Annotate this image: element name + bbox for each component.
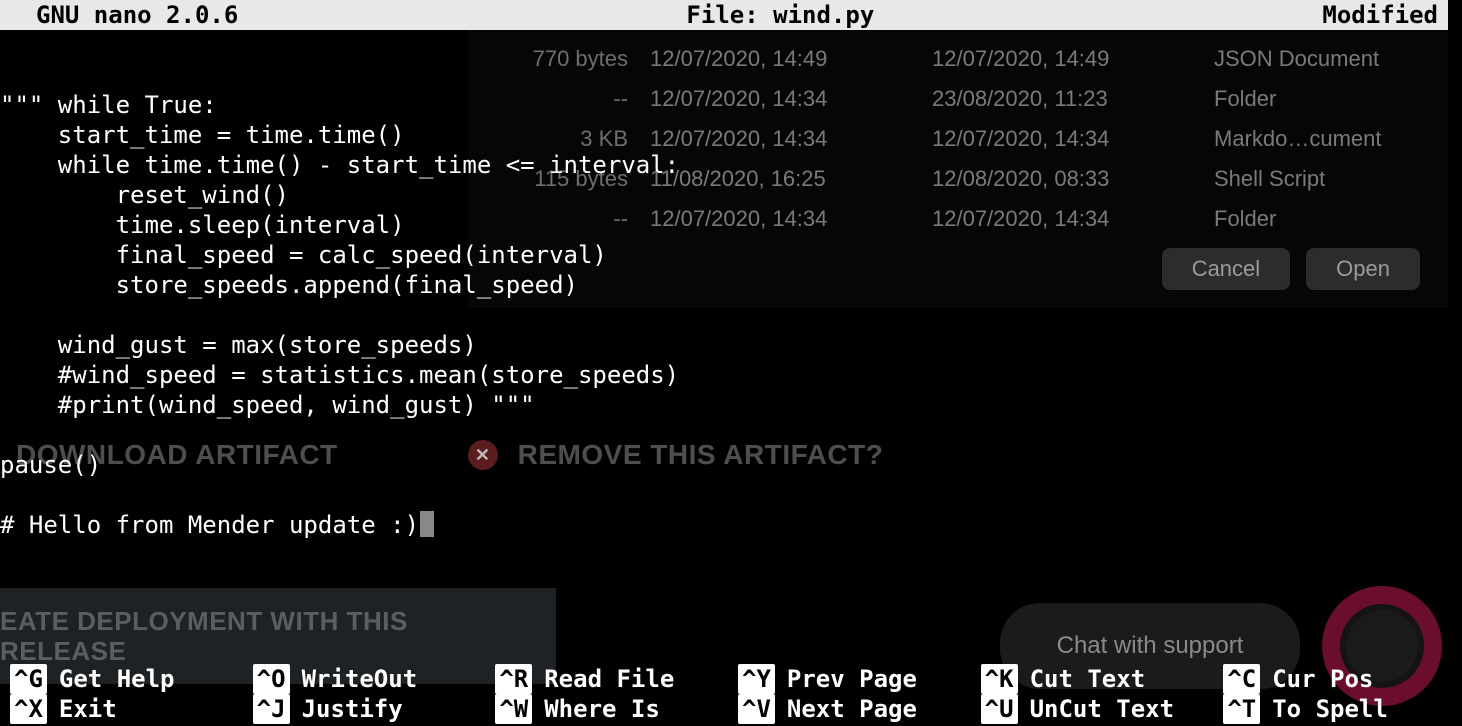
nano-shortcut[interactable]: ^O WriteOut (253, 664, 482, 694)
editor-line: wind_gust = max(store_speeds) (0, 330, 1462, 360)
editor-line: time.sleep(interval) (0, 210, 1462, 240)
nano-shortcut-key: ^T (1223, 694, 1260, 724)
nano-shortcuts: ^G Get Help ^O WriteOut ^R Read File ^Y Prev Pa… (0, 664, 1462, 726)
nano-shortcut-key: ^U (981, 694, 1018, 724)
editor-line: """ while True: (0, 90, 1462, 120)
nano-shortcut[interactable]: ^V Next Page (738, 694, 967, 724)
editor-line (0, 420, 1462, 450)
nano-shortcut[interactable]: ^W Where Is (495, 694, 724, 724)
text-cursor (420, 511, 434, 537)
editor-line: pause() (0, 450, 1462, 480)
nano-shortcut-label: Next Page (787, 694, 917, 724)
nano-titlebar: GNU nano 2.0.6 File: wind.py Modified (0, 0, 1448, 30)
editor-line (0, 480, 1462, 510)
nano-shortcut[interactable]: ^G Get Help (10, 664, 239, 694)
nano-shortcut-key: ^W (495, 694, 532, 724)
nano-shortcut-key: ^K (981, 664, 1018, 694)
editor-line (0, 60, 1462, 90)
editor-line: store_speeds.append(final_speed) (0, 270, 1462, 300)
nano-title-center: File: wind.py (238, 0, 1322, 30)
nano-title-left: GNU nano 2.0.6 (36, 0, 238, 30)
nano-shortcut[interactable]: ^X Exit (10, 694, 239, 724)
editor-line: start_time = time.time() (0, 120, 1462, 150)
nano-shortcut-key: ^O (253, 664, 290, 694)
nano-shortcut-label: Where Is (544, 694, 660, 724)
nano-shortcut-key: ^R (495, 664, 532, 694)
editor-line: reset_wind() (0, 180, 1462, 210)
nano-shortcut-key: ^J (253, 694, 290, 724)
nano-shortcut-key: ^V (738, 694, 775, 724)
nano-shortcut[interactable]: ^K Cut Text (981, 664, 1210, 694)
nano-shortcut[interactable]: ^T To Spell (1223, 694, 1452, 724)
nano-shortcut[interactable]: ^U UnCut Text (981, 694, 1210, 724)
editor-line: # Hello from Mender update :) (0, 510, 1462, 540)
nano-shortcut-label: Justify (302, 694, 403, 724)
nano-shortcut[interactable]: ^C Cur Pos (1223, 664, 1452, 694)
editor-line: #print(wind_speed, wind_gust) """ (0, 390, 1462, 420)
editor-line (0, 300, 1462, 330)
terminal-window[interactable]: GNU nano 2.0.6 File: wind.py Modified ""… (0, 0, 1462, 726)
nano-shortcut-label: UnCut Text (1030, 694, 1175, 724)
editor-line: while time.time() - start_time <= interv… (0, 150, 1462, 180)
nano-shortcut-key: ^C (1223, 664, 1260, 694)
nano-shortcut-key: ^G (10, 664, 47, 694)
nano-shortcut-label: Cut Text (1030, 664, 1146, 694)
nano-shortcut[interactable]: ^J Justify (253, 694, 482, 724)
nano-shortcut-label: Prev Page (787, 664, 917, 694)
editor-line: final_speed = calc_speed(interval) (0, 240, 1462, 270)
editor-line: #wind_speed = statistics.mean(store_spee… (0, 360, 1462, 390)
nano-shortcut-key: ^X (10, 694, 47, 724)
nano-title-right: Modified (1322, 0, 1438, 30)
nano-shortcut-label: Get Help (59, 664, 175, 694)
nano-shortcut[interactable]: ^R Read File (495, 664, 724, 694)
nano-shortcut-label: Read File (544, 664, 674, 694)
nano-shortcut-label: Exit (59, 694, 117, 724)
nano-shortcut-label: To Spell (1272, 694, 1388, 724)
nano-editor[interactable]: """ while True: start_time = time.time()… (0, 30, 1462, 540)
nano-shortcut-label: Cur Pos (1272, 664, 1373, 694)
editor-line (0, 30, 1462, 60)
nano-shortcut-key: ^Y (738, 664, 775, 694)
nano-shortcut[interactable]: ^Y Prev Page (738, 664, 967, 694)
nano-shortcut-label: WriteOut (302, 664, 418, 694)
